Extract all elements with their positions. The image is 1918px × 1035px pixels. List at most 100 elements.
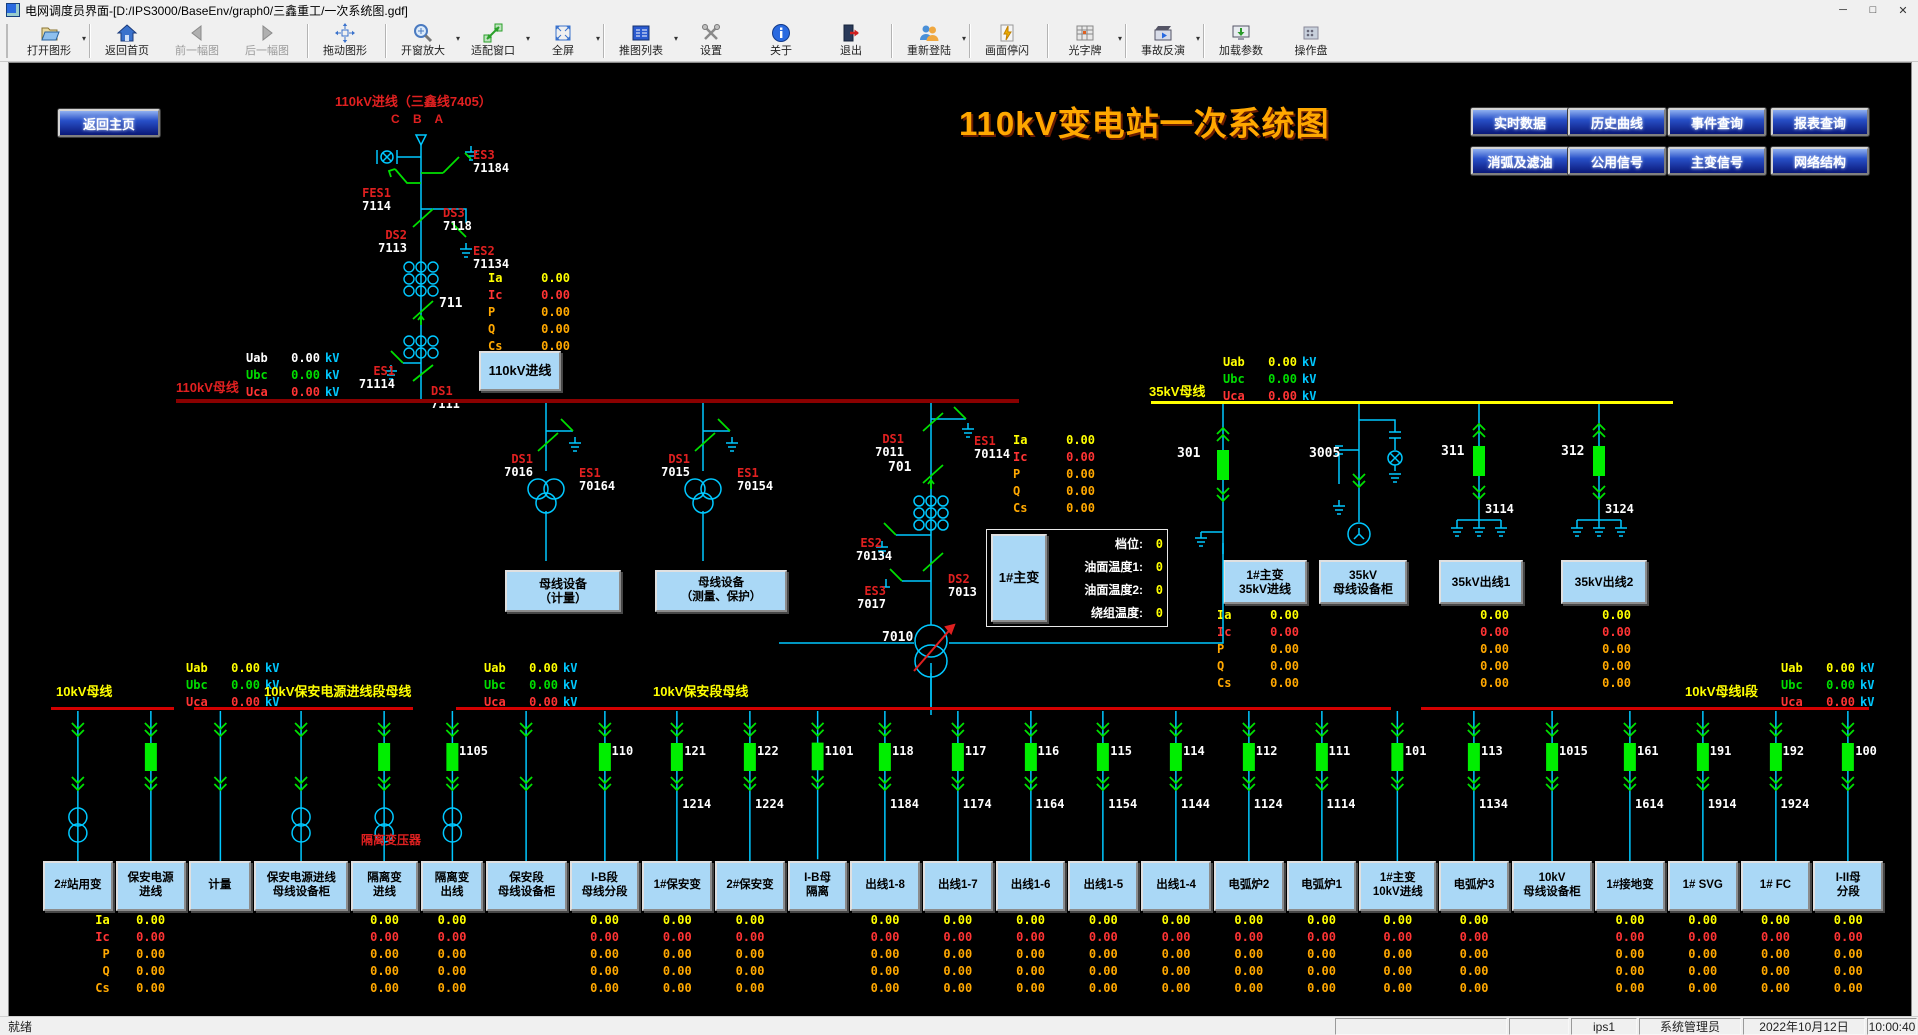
dropdown-arrow-icon[interactable]: ▾ [82, 34, 86, 43]
measurement-row: 0.00 [1439, 911, 1509, 928]
measurement-row: 0.00 [850, 945, 920, 962]
equipment-box-1#接地变[interactable]: 1#接地变 [1595, 861, 1665, 911]
maximize-button[interactable]: □ [1858, 0, 1888, 20]
toolbar-button-panel[interactable]: 操作盘 [1278, 21, 1348, 60]
toolbar-button-fit[interactable]: 适配窗口▾ [460, 21, 530, 60]
equipment-box-出线1-6[interactable]: 出线1-6 [996, 861, 1066, 911]
nav-network-structure[interactable]: 网络结构 [1771, 147, 1869, 175]
equipment-box-2#保安变[interactable]: 2#保安变 [715, 861, 785, 911]
equipment-box-电弧炉2[interactable]: 电弧炉2 [1214, 861, 1284, 911]
feeder-number: 192 [1782, 744, 1804, 758]
measurement-row [1512, 911, 1592, 928]
feeder-symbol: 1151154 [1068, 711, 1138, 861]
equipment-box-I-B段母线分段[interactable]: I-B段母线分段 [570, 861, 640, 911]
equipment-box-出线1-5[interactable]: 出线1-5 [1068, 861, 1138, 911]
equipment-box-35kv-incoming[interactable]: 1#主变35kV进线 [1223, 560, 1307, 604]
toolbar-button-next[interactable]: 后一幅图 [234, 21, 304, 60]
equipment-box-110kv-incoming[interactable]: 110kV进线 [479, 351, 561, 391]
equipment-box-隔离变出线[interactable]: 隔离变出线 [421, 861, 484, 911]
device-ds1-7016: DS17016 [501, 427, 533, 479]
home-page-button[interactable]: 返回主页 [58, 109, 160, 137]
toolbar-button-prev[interactable]: 前一幅图 [164, 21, 234, 60]
equipment-box-保安电源进线[interactable]: 保安电源进线 [116, 861, 186, 911]
nav-history-curve[interactable]: 历史曲线 [1568, 108, 1666, 136]
measurement-row: 0.00 [923, 928, 993, 945]
nav-transformer-signal[interactable]: 主变信号 [1668, 147, 1766, 175]
equipment-box-busbar-protection[interactable]: 母线设备（测量、保护） [655, 570, 787, 612]
equipment-box-隔离变进线[interactable]: 隔离变进线 [351, 861, 417, 911]
window-titlebar: 电网调度员界面-[D:/IPS3000/BaseEnv/graph0/三鑫重工/… [0, 0, 1918, 20]
toolbar-button-fullscreen[interactable]: 全屏▾ [530, 21, 600, 60]
toolbar-button-exit[interactable]: 退出 [818, 21, 888, 60]
feeder-column-2#站用变: 2#站用变IaIcPQCs [43, 711, 113, 996]
toolbar-button-replay[interactable]: 事故反演▾ [1130, 21, 1200, 60]
equipment-box-出线1-8[interactable]: 出线1-8 [850, 861, 920, 911]
toolbar-button-load[interactable]: 加载参数 [1208, 21, 1278, 60]
toolbar-label: 适配窗口 [471, 45, 515, 58]
breaker-701-label[interactable]: 701 [888, 461, 911, 475]
load-icon [1230, 22, 1252, 45]
toolbar-button-settings[interactable]: 设置 [678, 21, 748, 60]
measurement-row: 0.00 [923, 911, 993, 928]
bus-110kv-label: 110kV母线 [176, 381, 239, 395]
measurement-row [1512, 962, 1592, 979]
toolbar-button-open-graph[interactable]: 打开图形▾ [16, 21, 86, 60]
toolbar-button-relogin[interactable]: 重新登陆▾ [896, 21, 966, 60]
toolbar-button-list[interactable]: 推图列表▾ [608, 21, 678, 60]
feeder-measurements: 0.000.000.000.000.00 [351, 911, 417, 996]
voltage-row: Uab0.00kV [484, 659, 587, 676]
nav-common-signal[interactable]: 公用信号 [1568, 147, 1666, 175]
equipment-box-出线1-4[interactable]: 出线1-4 [1141, 861, 1211, 911]
toolbar-button-home[interactable]: 返回首页 [94, 21, 164, 60]
dropdown-arrow-icon[interactable]: ▾ [596, 34, 600, 43]
equipment-box-电弧炉3[interactable]: 电弧炉3 [1439, 861, 1509, 911]
breaker-711-label[interactable]: 711 [439, 297, 462, 311]
transformer-7010-label[interactable]: 7010 [882, 631, 913, 645]
toolbar-button-pan[interactable]: 拖动图形 [312, 21, 382, 60]
toolbar-button-flash[interactable]: 画面停闪 [974, 21, 1044, 60]
dropdown-arrow-icon[interactable]: ▾ [1196, 34, 1200, 43]
equipment-box-1# SVG[interactable]: 1# SVG [1668, 861, 1738, 911]
equipment-box-busbar-metering[interactable]: 母线设备（计量） [505, 570, 621, 612]
toolbar-grip[interactable] [6, 24, 12, 58]
equipment-box-电弧炉1[interactable]: 电弧炉1 [1287, 861, 1357, 911]
equipment-box-1#主变10kV进线[interactable]: 1#主变10kV进线 [1359, 861, 1436, 911]
measurement-row: 0.00 [351, 911, 417, 928]
measurement-row: Cs0.00 [1217, 674, 1299, 691]
equipment-box-出线1-7[interactable]: 出线1-7 [923, 861, 993, 911]
main-transformer-measurements: Ia0.00Ic0.00P0.00Q0.00Cs0.00 [1013, 431, 1095, 516]
dropdown-arrow-icon[interactable]: ▾ [1118, 34, 1122, 43]
equipment-box-35kv-out1[interactable]: 35kV出线1 [1439, 560, 1523, 604]
measurement-row [788, 962, 847, 979]
feeder-number: 112 [1256, 744, 1278, 758]
equipment-box-I-B母隔离[interactable]: I-B母隔离 [788, 861, 847, 911]
equipment-box-保安电源进线母线设备柜[interactable]: 保安电源进线母线设备柜 [254, 861, 348, 911]
main-toolbar: 打开图形▾返回首页前一幅图后一幅图拖动图形开窗放大▾适配窗口▾全屏▾推图列表▾设… [0, 20, 1918, 62]
minimize-button[interactable]: ─ [1828, 0, 1858, 20]
close-button[interactable]: ✕ [1888, 0, 1918, 20]
nav-report-query[interactable]: 报表查询 [1771, 108, 1869, 136]
equipment-box-1#保安变[interactable]: 1#保安变 [642, 861, 712, 911]
nav-event-query[interactable]: 事件查询 [1668, 108, 1766, 136]
equipment-box-计量[interactable]: 计量 [189, 861, 252, 911]
main-transformer-button[interactable]: 1#主变 [991, 534, 1047, 622]
toolbar-button-board[interactable]: 光字牌▾ [1052, 21, 1122, 60]
equipment-box-35kv-out2[interactable]: 35kV出线2 [1561, 560, 1647, 604]
nav-realtime-data[interactable]: 实时数据 [1471, 108, 1569, 136]
equipment-box-1# FC[interactable]: 1# FC [1741, 861, 1811, 911]
feeder-measurements [788, 911, 847, 996]
feeder-column-1#接地变: 16116141#接地变0.000.000.000.000.00 [1595, 711, 1665, 996]
equipment-box-保安段母线设备柜[interactable]: 保安段母线设备柜 [486, 861, 566, 911]
feeder-symbol [486, 711, 566, 861]
equipment-box-2#站用变[interactable]: 2#站用变 [43, 861, 113, 911]
toolbar-button-zoom[interactable]: 开窗放大▾ [390, 21, 460, 60]
dropdown-arrow-icon[interactable]: ▾ [962, 34, 966, 43]
toolbar-button-about[interactable]: 关于 [748, 21, 818, 60]
equipment-box-I-II母分段[interactable]: I-II母分段 [1813, 861, 1883, 911]
equipment-box-35kv-bus-pt[interactable]: 35kV母线设备柜 [1319, 560, 1407, 604]
equipment-box-10kV母线设备柜[interactable]: 10kV母线设备柜 [1512, 861, 1592, 911]
measurement-row: 0.00 [1595, 928, 1665, 945]
measurement-row: 0.00 [1287, 945, 1357, 962]
nav-arc-suppression[interactable]: 消弧及滤油 [1471, 147, 1569, 175]
bus-10kv-secure-label: 10kV保安段母线 [653, 685, 748, 699]
